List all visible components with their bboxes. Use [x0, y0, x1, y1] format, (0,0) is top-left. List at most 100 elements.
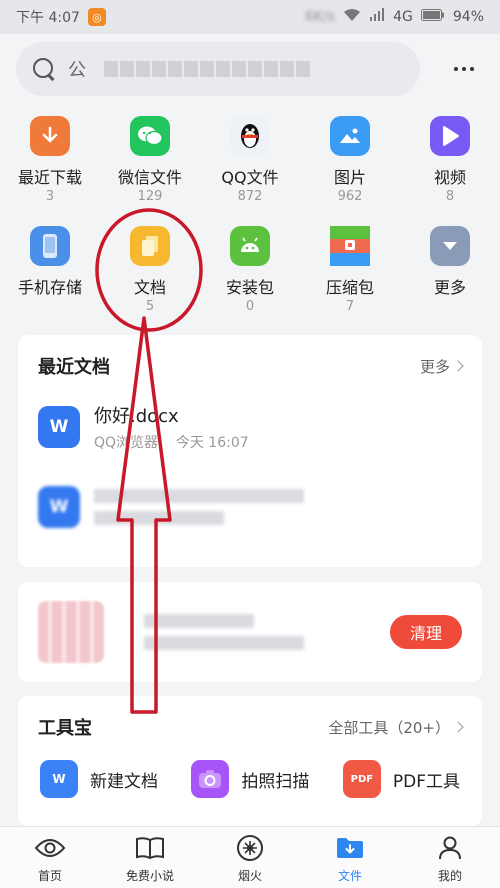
search-placeholder: 公	[68, 60, 86, 81]
nav-profile[interactable]: 我的	[405, 833, 495, 884]
new-doc-icon: W	[40, 760, 78, 798]
signal-icon	[369, 8, 385, 26]
battery-level: 94%	[452, 9, 484, 25]
category-count: 7	[345, 299, 355, 314]
category-count: 8	[445, 189, 455, 204]
category-label: 视频	[433, 168, 466, 187]
nav-label: 烟火	[237, 869, 262, 883]
tool-photo-scan[interactable]: 拍照扫描	[191, 760, 309, 798]
eye-icon	[33, 833, 67, 863]
image-icon	[330, 116, 370, 156]
category-images[interactable]: 图片 962	[300, 108, 400, 218]
nav-label: 我的	[437, 869, 462, 883]
tool-label: 新建文档	[90, 771, 158, 792]
search-input[interactable]: 公	[16, 42, 420, 96]
bottom-navigation: 首页 免费小说 烟火 文件 我的	[0, 826, 500, 888]
nav-files[interactable]: 文件	[305, 833, 395, 884]
nav-label: 首页	[37, 869, 62, 883]
category-recent-downloads[interactable]: 最近下载 3	[0, 108, 100, 218]
recent-documents-title: 最近文档	[38, 357, 110, 378]
blurred-search-text	[104, 61, 310, 77]
all-tools-link[interactable]: 全部工具（20+）	[328, 717, 464, 738]
category-wechat-files[interactable]: 微信文件 129	[100, 108, 200, 218]
category-count: 0	[245, 299, 255, 314]
firework-icon	[233, 833, 267, 863]
recent-document-item[interactable]: W	[18, 467, 482, 547]
blurred-document-info	[94, 489, 304, 525]
recent-document-item[interactable]: W 你好.docx QQ浏览器 今天 16:07	[18, 387, 482, 467]
word-document-icon: W	[38, 406, 80, 448]
category-label: 图片	[333, 168, 366, 187]
clean-button[interactable]: 清理	[390, 615, 462, 649]
chevron-right-icon	[452, 721, 464, 733]
all-tools-label: 全部工具（20+）	[328, 718, 450, 737]
category-count: 5	[145, 299, 155, 314]
category-label: 安装包	[225, 278, 274, 297]
more-options-icon[interactable]	[444, 54, 484, 84]
camera-icon	[191, 760, 230, 798]
wifi-icon	[343, 8, 361, 26]
category-archives[interactable]: 压缩包 7	[300, 218, 400, 328]
nav-label: 免费小说	[125, 869, 174, 883]
recent-documents-card: 最近文档 更多 W 你好.docx QQ浏览器 今天 16:07 W	[18, 335, 482, 567]
category-label: 微信文件	[117, 168, 182, 187]
tool-label: 拍照扫描	[241, 771, 310, 792]
chevron-down-icon	[430, 226, 470, 266]
category-more[interactable]: 更多	[400, 218, 500, 328]
wechat-icon	[130, 116, 170, 156]
network-speed: 6K/s	[305, 9, 336, 25]
app-notification-icon: ◎	[87, 8, 106, 26]
document-source: QQ浏览器	[94, 435, 159, 451]
category-label: 手机存储	[17, 278, 82, 297]
tool-pdf[interactable]: PDF PDF工具	[342, 760, 460, 798]
toolbox-card: 工具宝 全部工具（20+） W 新建文档 拍照扫描 PDF PDF工具	[18, 696, 482, 826]
tool-new-document[interactable]: W 新建文档	[40, 760, 158, 798]
status-time: 下午 4:07	[16, 10, 80, 26]
nav-novels[interactable]: 免费小说	[105, 833, 195, 884]
category-qq-files[interactable]: QQ文件 872	[200, 108, 300, 218]
search-icon	[32, 57, 56, 81]
toolbox-title: 工具宝	[38, 718, 92, 739]
folder-icon	[333, 833, 367, 863]
nav-home[interactable]: 首页	[5, 833, 95, 884]
word-document-icon: W	[38, 486, 80, 528]
category-label: 更多	[433, 278, 466, 297]
cleaner-illustration	[38, 601, 104, 663]
category-label: 压缩包	[325, 278, 374, 297]
category-count: 962	[337, 189, 363, 204]
chevron-right-icon	[452, 360, 464, 372]
category-apk[interactable]: 安装包 0	[200, 218, 300, 328]
storage-cleaner-card: 清理	[18, 582, 482, 682]
document-meta: QQ浏览器 今天 16:07	[94, 432, 249, 452]
category-label: 最近下载	[17, 168, 82, 187]
phone-icon	[30, 226, 70, 266]
book-icon	[133, 833, 167, 863]
more-label: 更多	[419, 357, 450, 376]
meta-separator	[163, 435, 172, 451]
search-row: 公	[0, 34, 500, 104]
category-label: QQ文件	[221, 168, 279, 187]
play-icon	[430, 116, 470, 156]
qq-penguin-icon	[230, 116, 270, 156]
zip-icon	[330, 226, 370, 266]
nav-fireworks[interactable]: 烟火	[205, 833, 295, 884]
category-videos[interactable]: 视频 8	[400, 108, 500, 218]
download-icon	[30, 116, 70, 156]
category-count: 129	[137, 189, 163, 204]
category-grid: 最近下载 3 微信文件 129 QQ文件 872 图片 962 视频 8 手机存…	[0, 108, 500, 328]
category-label: 文档	[133, 278, 166, 297]
nav-label: 文件	[337, 869, 362, 883]
document-icon	[130, 226, 170, 266]
category-count: 872	[237, 189, 263, 204]
tool-label: PDF工具	[392, 771, 460, 792]
recent-documents-more-link[interactable]: 更多	[419, 356, 464, 377]
category-documents[interactable]: 文档 5	[100, 218, 200, 328]
status-bar: 下午 4:07 ◎ 6K/s 4G 94%	[0, 0, 500, 34]
blurred-cleaner-info	[144, 614, 304, 650]
document-name: 你好.docx	[94, 406, 179, 427]
category-phone-storage[interactable]: 手机存储	[0, 218, 100, 328]
network-type: 4G	[393, 9, 413, 25]
battery-icon	[420, 9, 445, 25]
document-time: 今天 16:07	[175, 435, 249, 451]
profile-icon	[433, 833, 467, 863]
